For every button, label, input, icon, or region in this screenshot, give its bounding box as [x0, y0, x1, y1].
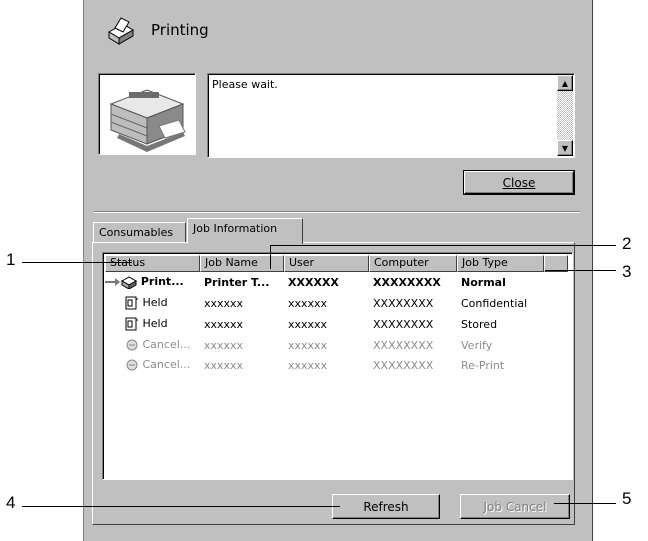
computer-cell: XXXXXXXX [373, 338, 434, 352]
computer-cell: XXXXXXXX [373, 358, 434, 372]
status-cell: Held [105, 317, 200, 331]
column-computer[interactable]: Computer [369, 255, 457, 272]
computer-cell: XXXXXXXX [373, 296, 434, 310]
status-text: Cancel... [142, 338, 191, 351]
scroll-up-button[interactable]: ▲ [557, 75, 573, 91]
job-name-cell: xxxxxx [204, 296, 244, 310]
table-row[interactable]: Held xxxxxx xxxxxx XXXXXXXX Confidential [105, 293, 544, 313]
status-cell: Cancel... [105, 358, 200, 372]
callout-1: 1 [6, 250, 16, 269]
tab-job-information-label: Job Information [193, 222, 278, 235]
user-cell: xxxxxx [288, 358, 328, 372]
callout-4: 4 [6, 493, 16, 512]
status-text: Print... [140, 275, 184, 288]
column-user[interactable]: User [284, 255, 369, 272]
job-type-cell: Normal [461, 275, 506, 289]
job-type-cell: Stored [461, 317, 498, 331]
callout-2-line [270, 245, 616, 246]
table-row[interactable]: Cancel... xxxxxx xxxxxx XXXXXXXX Re-Prin… [105, 355, 544, 375]
held-job-icon [125, 296, 138, 310]
job-cancel-button[interactable]: Job Cancel [460, 494, 570, 519]
table-row[interactable]: Cancel... xxxxxx xxxxxx XXXXXXXX Verify [105, 335, 544, 355]
status-message: Please wait. [212, 78, 278, 91]
divider [94, 211, 580, 213]
held-job-icon [125, 317, 138, 331]
refresh-button[interactable]: Refresh [332, 494, 440, 519]
tab-consumables[interactable]: Consumables [93, 222, 186, 243]
title-row: Printing [105, 12, 209, 48]
status-cell: Print... [105, 275, 200, 289]
status-text: Cancel... [142, 358, 191, 371]
job-list[interactable]: Status Job Name User Computer Job Type P… [102, 252, 573, 480]
callout-3: 3 [622, 262, 632, 281]
close-button[interactable]: Close [463, 170, 575, 195]
scroll-down-button[interactable]: ▼ [557, 140, 573, 156]
column-job-name[interactable]: Job Name [200, 255, 284, 272]
close-button-label: Close [502, 175, 536, 190]
job-name-cell: xxxxxx [204, 358, 244, 372]
callout-1-line [22, 262, 132, 263]
job-type-cell: Verify [461, 338, 493, 352]
column-job-type[interactable]: Job Type [457, 255, 544, 272]
tab-consumables-label: Consumables [99, 226, 174, 239]
callout-2: 2 [622, 234, 632, 253]
status-message-box: Please wait. ▲ ▼ [207, 73, 575, 158]
message-scrollbar[interactable]: ▲ ▼ [557, 75, 573, 156]
refresh-button-label: Refresh [363, 499, 409, 514]
table-row[interactable]: Held xxxxxx xxxxxx XXXXXXXX Stored [105, 314, 544, 334]
job-name-cell: xxxxxx [204, 317, 244, 331]
callout-3-line [545, 270, 616, 271]
computer-cell: XXXXXXXX [373, 275, 441, 289]
user-cell: xxxxxx [288, 338, 328, 352]
canceled-job-icon [126, 359, 138, 371]
column-status[interactable]: Status [105, 255, 200, 272]
job-type-cell: Re-Print [461, 358, 505, 372]
computer-cell: XXXXXXXX [373, 317, 434, 331]
user-cell: xxxxxx [288, 317, 328, 331]
status-text: Held [142, 317, 168, 330]
status-cell: Cancel... [105, 338, 200, 352]
job-list-header: Status Job Name User Computer Job Type [105, 255, 568, 272]
job-type-cell: Confidential [461, 296, 528, 310]
printing-window: Printing Please wait. ▲ ▼ Close Consumab… [83, 0, 593, 541]
arrow-up-icon: ▲ [561, 78, 569, 88]
tab-job-information[interactable]: Job Information [187, 218, 303, 244]
job-name-cell: Printer T... [204, 275, 270, 289]
job-name-cell: xxxxxx [204, 338, 244, 352]
user-cell: XXXXXX [288, 275, 339, 289]
printer-icon [108, 17, 134, 45]
callout-5-line [554, 503, 616, 504]
table-row[interactable]: Print... Printer T... XXXXXX XXXXXXXX No… [105, 272, 544, 292]
canceled-job-icon [126, 339, 138, 351]
printing-arrow-icon [105, 276, 137, 289]
job-cancel-button-label: Job Cancel [483, 499, 547, 514]
status-cell: Held [105, 296, 200, 310]
user-cell: xxxxxx [288, 296, 328, 310]
printer-image-frame [98, 73, 196, 155]
arrow-down-icon: ▼ [561, 143, 569, 153]
callout-5: 5 [622, 489, 632, 508]
callout-2-leader [270, 245, 271, 269]
status-text: Held [142, 296, 168, 309]
printer-image [109, 89, 186, 152]
callout-4-line [22, 506, 340, 507]
window-title: Printing [151, 21, 209, 39]
